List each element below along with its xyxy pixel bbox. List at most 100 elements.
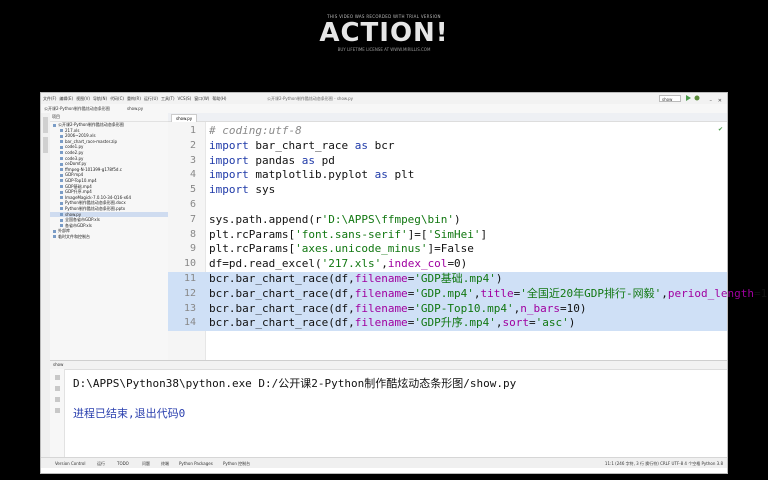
project-tree-item-label: code1.py — [65, 144, 84, 150]
project-tree-item-label: ffmpeg-N-101399-g178f5d.c — [65, 166, 122, 172]
line-number: 8 — [189, 228, 196, 240]
code-text: bcr.bar_chart_race(df,filename='GDP-Top1… — [209, 301, 587, 315]
project-panel: 项目 公开课2-Python制作酷炫动态条形图 217.xls 2006~2019.… — [50, 113, 169, 360]
run-tab[interactable]: show — [50, 361, 727, 370]
tab-show-py[interactable]: show.py — [171, 114, 198, 122]
status-python-packages[interactable]: Python Packages — [179, 461, 213, 466]
print-button[interactable] — [54, 408, 60, 413]
file-icon — [60, 134, 63, 138]
line-number: 6 — [189, 198, 196, 210]
file-icon — [60, 162, 63, 166]
menu-vcs[interactable]: VCS(S) — [178, 96, 192, 101]
code-line[interactable]: 5 import sys — [168, 183, 727, 198]
code-text: plt.rcParams['axes.unicode_minus']=False — [209, 242, 474, 256]
project-tree-item-label: bar_chart_race-master.zip — [65, 138, 117, 144]
project-tree-item-label: 2006~2019.xls — [65, 133, 96, 139]
code-line[interactable]: 4 import matplotlib.pyplot as plt — [168, 168, 727, 183]
file-icon — [60, 190, 63, 194]
run-toolbar — [50, 369, 65, 458]
code-line[interactable]: 3 import pandas as pd — [168, 154, 727, 169]
project-tree-item-label: 临时文件和控制台 — [58, 233, 90, 239]
breadcrumb-file[interactable]: show.py — [127, 106, 143, 111]
menu-file[interactable]: 文件(F) — [43, 96, 56, 102]
project-tree-item-label: GDP-Top10.mp4 — [65, 177, 97, 183]
run-panel: show D:\APPS\Python38\python.exe D:/公开课2… — [50, 360, 727, 458]
project-tree-item-label: 各省市GDP.xls — [65, 222, 92, 228]
status-terminal[interactable]: 终端 — [161, 461, 169, 467]
project-tree-item[interactable]: 临时文件和控制台 — [50, 234, 168, 240]
code-line[interactable]: 1 # coding:utf-8 — [168, 124, 727, 139]
watermark-logo: ACTION! — [319, 18, 449, 48]
line-number: 2 — [189, 139, 196, 151]
status-problems[interactable]: 问题 — [142, 461, 150, 467]
line-number: 11 — [183, 272, 196, 284]
file-icon — [60, 213, 63, 216]
line-number: 4 — [189, 169, 196, 181]
code-editor[interactable]: 1 # coding:utf-8 2 import bar_chart_race as… — [168, 122, 768, 360]
line-number: 14 — [183, 317, 196, 329]
line-number: 12 — [183, 287, 196, 299]
run-icon[interactable] — [685, 95, 691, 101]
menu-view[interactable]: 视图(V) — [76, 96, 90, 102]
menu-edit[interactable]: 编辑(E) — [59, 96, 73, 102]
code-text: plt.rcParams['font.sans-serif']=['SimHei… — [209, 227, 488, 241]
code-line[interactable]: 12 bcr.bar_chart_race(df,filename='GDP.mp… — [168, 286, 768, 302]
menu-help[interactable]: 帮助(H) — [212, 96, 226, 102]
menu-window[interactable]: 窗口(W) — [194, 96, 209, 102]
status-right-info: 11:1 (246 字符, 3 行 换行符) CRLF UTF-8 4 个空格 … — [604, 461, 723, 466]
status-python-console[interactable]: Python 控制台 — [223, 461, 250, 467]
line-number: 9 — [189, 243, 196, 255]
project-tree-item-label: 公开课2-Python制作酷炫动态条形图 — [58, 122, 124, 127]
structure-tool-button[interactable] — [43, 137, 48, 153]
file-icon — [60, 218, 63, 222]
code-line[interactable]: 10 df=pd.read_excel('217.xls',index_col=0… — [168, 257, 727, 272]
menu-run[interactable]: 运行(U) — [144, 96, 158, 102]
menu-tools[interactable]: 工具(T) — [161, 96, 175, 102]
file-icon — [60, 168, 63, 172]
code-line[interactable]: 2 import bar_chart_race as bcr — [168, 139, 727, 154]
line-number: 3 — [189, 154, 196, 166]
project-tree-item-label: 全国各省市GDP.xls — [65, 217, 100, 223]
run-config-select[interactable]: show — [659, 95, 681, 102]
file-icon — [53, 229, 56, 233]
status-version-control[interactable]: Version Control — [55, 461, 85, 466]
code-text: import matplotlib.pyplot as plt — [209, 168, 415, 182]
code-line[interactable]: 7 sys.path.append(r'D:\APPS\ffmpeg\bin') — [168, 213, 727, 228]
code-line[interactable]: 14 bcr.bar_chart_race(df,filename='GDP升序.… — [168, 316, 727, 332]
project-tree-item-label: show.py — [65, 211, 82, 217]
code-line[interactable]: 13 bcr.bar_chart_race(df,filename='GDP-To… — [168, 301, 727, 317]
code-line[interactable]: 6 — [168, 198, 727, 213]
run-tab-label: show — [53, 362, 64, 367]
menu-code[interactable]: 代码(C) — [110, 96, 124, 102]
breadcrumb-project[interactable]: 公开课2-Python制作酷炫动态条形图 — [44, 106, 110, 112]
code-line[interactable]: 9 plt.rcParams['axes.unicode_minus']=Fals… — [168, 242, 727, 257]
code-text: import pandas as pd — [209, 153, 335, 167]
project-tree-item-label: code3.py — [65, 155, 84, 161]
code-line[interactable]: 8 plt.rcParams['font.sans-serif']=['SimHe… — [168, 228, 727, 243]
file-icon — [53, 123, 56, 127]
debug-icon[interactable] — [694, 95, 700, 101]
menu-navigate[interactable]: 导航(N) — [93, 96, 107, 102]
code-lines: 1 # coding:utf-8 2 import bar_chart_race as… — [168, 124, 768, 332]
project-tree: 公开课2-Python制作酷炫动态条形图 217.xls 2006~2019.xls… — [50, 122, 168, 239]
file-icon — [60, 224, 63, 228]
rerun-button[interactable] — [54, 375, 60, 380]
run-output-exit: 进程已结束,退出代码0 — [73, 407, 186, 420]
project-tree-item-label: code2.py — [65, 149, 84, 155]
code-text: # coding:utf-8 — [209, 124, 302, 137]
code-line[interactable]: 11 bcr.bar_chart_race(df,filename='GDP基础.… — [168, 271, 727, 287]
code-text: bcr.bar_chart_race(df,filename='GDP基础.mp… — [209, 271, 503, 285]
status-run[interactable]: 运行 — [97, 461, 105, 467]
stop-button[interactable] — [54, 386, 60, 391]
line-number: 1 — [189, 125, 196, 136]
project-tree-item-label: GDP升序.mp4 — [65, 189, 92, 195]
menu-bar: 文件(F) 编辑(E) 视图(V) 导航(N) 代码(C) 重构(R) 运行(U) 工具(T)… — [41, 93, 727, 104]
status-todo[interactable]: TODO — [117, 461, 129, 466]
file-icon — [60, 207, 63, 211]
inspection-ok-icon[interactable]: ✔ — [718, 126, 723, 133]
window-title: 公开课2-Python制作酷炫动态条形图 - show.py — [267, 96, 353, 101]
project-tool-button[interactable] — [43, 117, 48, 133]
project-panel-header: 项目 — [50, 113, 168, 122]
menu-refactor[interactable]: 重构(R) — [127, 96, 141, 102]
scroll-end-button[interactable] — [54, 397, 60, 402]
